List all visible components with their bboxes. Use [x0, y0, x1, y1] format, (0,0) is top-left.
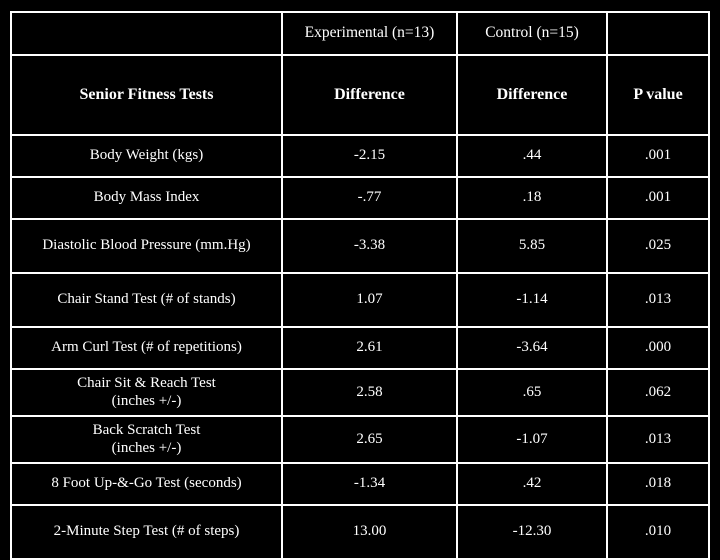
cell-p-value: .010 — [606, 504, 710, 560]
table-row: Diastolic Blood Pressure (mm.Hg) -3.38 5… — [10, 218, 710, 274]
table-row: Chair Stand Test (# of stands) 1.07 -1.1… — [10, 272, 710, 328]
slide-canvas: Experimental (n=13) Control (n=15) Senio… — [0, 0, 720, 560]
cell-experimental-difference: 2.58 — [281, 368, 458, 417]
row-label-back-scratch-test: Back Scratch Test (inches +/-) — [10, 415, 283, 464]
column-header-senior-fitness-tests: Senior Fitness Tests — [10, 54, 283, 136]
cell-control-difference: -12.30 — [456, 504, 608, 560]
group-header-blank-cell — [10, 11, 283, 56]
table-body: Experimental (n=13) Control (n=15) Senio… — [10, 11, 710, 560]
senior-fitness-results-table: Experimental (n=13) Control (n=15) Senio… — [10, 11, 710, 560]
group-header-experimental: Experimental (n=13) — [281, 11, 458, 56]
cell-p-value: .018 — [606, 462, 710, 506]
cell-p-value: .013 — [606, 415, 710, 464]
cell-experimental-difference: -.77 — [281, 176, 458, 220]
cell-p-value: .025 — [606, 218, 710, 274]
table-group-header-row: Experimental (n=13) Control (n=15) — [10, 11, 710, 56]
column-header-experimental-difference: Difference — [281, 54, 458, 136]
cell-experimental-difference: -3.38 — [281, 218, 458, 274]
row-label-8-foot-up-and-go-test: 8 Foot Up-&-Go Test (seconds) — [10, 462, 283, 506]
cell-control-difference: -1.07 — [456, 415, 608, 464]
row-label-line-1: Chair Sit & Reach Test — [77, 374, 216, 391]
cell-control-difference: -1.14 — [456, 272, 608, 328]
row-label-line-2: (inches +/-) — [111, 392, 182, 409]
cell-experimental-difference: -2.15 — [281, 134, 458, 178]
group-header-pvalue-blank-cell — [606, 11, 710, 56]
table-row: 2-Minute Step Test (# of steps) 13.00 -1… — [10, 504, 710, 560]
row-label-chair-stand-test: Chair Stand Test (# of stands) — [10, 272, 283, 328]
cell-p-value: .013 — [606, 272, 710, 328]
table-row: Back Scratch Test (inches +/-) 2.65 -1.0… — [10, 415, 710, 464]
row-label-chair-sit-and-reach-test: Chair Sit & Reach Test (inches +/-) — [10, 368, 283, 417]
cell-experimental-difference: 2.61 — [281, 326, 458, 370]
cell-experimental-difference: 1.07 — [281, 272, 458, 328]
table-row: Body Weight (kgs) -2.15 .44 .001 — [10, 134, 710, 178]
column-header-control-difference: Difference — [456, 54, 608, 136]
table-row: Chair Sit & Reach Test (inches +/-) 2.58… — [10, 368, 710, 417]
row-label-2-minute-step-test: 2-Minute Step Test (# of steps) — [10, 504, 283, 560]
cell-control-difference: .18 — [456, 176, 608, 220]
cell-control-difference: 5.85 — [456, 218, 608, 274]
cell-experimental-difference: -1.34 — [281, 462, 458, 506]
table-row: 8 Foot Up-&-Go Test (seconds) -1.34 .42 … — [10, 462, 710, 506]
cell-control-difference: .65 — [456, 368, 608, 417]
row-label-line-2: (inches +/-) — [111, 439, 182, 456]
row-label-line-1: Back Scratch Test — [92, 421, 201, 438]
column-header-p-value: P value — [606, 54, 710, 136]
row-label-body-mass-index: Body Mass Index — [10, 176, 283, 220]
cell-p-value: .001 — [606, 134, 710, 178]
table-row: Body Mass Index -.77 .18 .001 — [10, 176, 710, 220]
row-label-diastolic-blood-pressure: Diastolic Blood Pressure (mm.Hg) — [10, 218, 283, 274]
cell-p-value: .062 — [606, 368, 710, 417]
table-column-header-row: Senior Fitness Tests Difference Differen… — [10, 54, 710, 136]
cell-control-difference: -3.64 — [456, 326, 608, 370]
cell-experimental-difference: 2.65 — [281, 415, 458, 464]
cell-experimental-difference: 13.00 — [281, 504, 458, 560]
cell-control-difference: .44 — [456, 134, 608, 178]
cell-p-value: .000 — [606, 326, 710, 370]
group-header-control: Control (n=15) — [456, 11, 608, 56]
row-label-body-weight: Body Weight (kgs) — [10, 134, 283, 178]
table-row: Arm Curl Test (# of repetitions) 2.61 -3… — [10, 326, 710, 370]
cell-control-difference: .42 — [456, 462, 608, 506]
cell-p-value: .001 — [606, 176, 710, 220]
row-label-arm-curl-test: Arm Curl Test (# of repetitions) — [10, 326, 283, 370]
